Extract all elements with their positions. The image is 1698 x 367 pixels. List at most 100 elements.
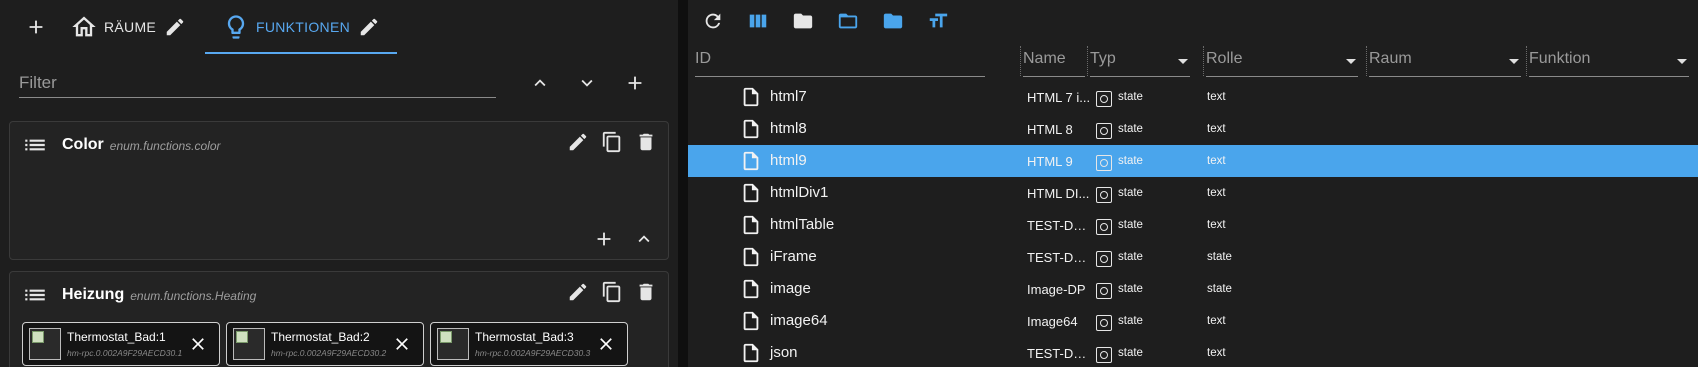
column-header-role[interactable]: Rolle	[1206, 50, 1358, 76]
enum-card-color[interactable]: Color enum.functions.color	[9, 121, 669, 260]
panel-splitter[interactable]	[678, 0, 688, 367]
enum-card-heizung[interactable]: Heizung enum.functions.Heating Thermosta…	[9, 271, 669, 367]
object-row[interactable]: html8 HTML 8 state text	[688, 113, 1698, 145]
object-id: html8	[770, 120, 807, 137]
copy-button[interactable]	[600, 130, 624, 154]
object-row[interactable]: iFrame TEST-DP ... state state	[688, 241, 1698, 273]
add-member-button[interactable]	[592, 227, 616, 251]
column-separator[interactable]	[1087, 46, 1089, 76]
state-type-icon	[1096, 123, 1112, 139]
member-name: Thermostat_Bad:2	[271, 330, 370, 344]
room-filter-label: Raum	[1369, 50, 1412, 67]
object-type: state	[1118, 283, 1143, 295]
member-id: hm-rpc.0.002A9F29AECD30.3	[475, 348, 591, 358]
function-header-underline	[1529, 76, 1689, 77]
file-icon	[740, 118, 762, 140]
column-separator[interactable]	[1526, 46, 1528, 76]
column-separator[interactable]	[1020, 46, 1022, 76]
trash-icon	[639, 133, 653, 151]
object-type: state	[1118, 155, 1143, 167]
list-icon	[22, 132, 48, 158]
remove-member-button[interactable]	[391, 333, 413, 355]
card-enum-id: enum.functions.color	[109, 139, 221, 153]
object-row[interactable]: htmlDiv1 HTML DI... state text	[688, 177, 1698, 209]
edit-button[interactable]	[566, 280, 590, 304]
object-type: state	[1118, 251, 1143, 263]
object-row[interactable]: html9 HTML 9 state text	[688, 145, 1698, 177]
object-row[interactable]: html7 HTML 7 i... state text	[688, 81, 1698, 113]
columns-button[interactable]	[745, 8, 771, 34]
edit-functions-icon[interactable]	[358, 16, 380, 38]
add-button[interactable]	[22, 13, 50, 41]
remove-member-button[interactable]	[595, 333, 617, 355]
text-size-button[interactable]	[925, 8, 951, 34]
member-id: hm-rpc.0.002A9F29AECD30.1	[67, 348, 183, 358]
column-separator[interactable]	[1203, 46, 1205, 76]
folder-icon	[883, 13, 903, 29]
tab-rooms[interactable]: RÄUME	[70, 0, 186, 54]
object-role: state	[1207, 283, 1232, 295]
member-chip[interactable]: Thermostat_Bad:1 hm-rpc.0.002A9F29AECD30…	[22, 322, 220, 366]
state-type-icon	[1096, 315, 1112, 331]
folder-icon	[793, 13, 813, 29]
delete-button[interactable]	[634, 280, 658, 304]
folder-button[interactable]	[790, 8, 816, 34]
object-row[interactable]: json TEST-DP ... state text	[688, 337, 1698, 367]
add-enum-button[interactable]	[622, 70, 648, 96]
object-type: state	[1118, 315, 1143, 327]
tab-functions[interactable]: FUNKTIONEN	[222, 0, 380, 54]
object-name: TEST-DP ...	[1027, 250, 1093, 265]
card-title: Heizung	[62, 286, 125, 303]
object-name: HTML 8	[1027, 122, 1073, 137]
collapse-folders-button[interactable]	[880, 8, 906, 34]
column-header-id[interactable]: ID	[695, 50, 711, 76]
file-icon	[740, 342, 762, 364]
member-chip[interactable]: Thermostat_Bad:3 hm-rpc.0.002A9F29AECD30…	[430, 322, 628, 366]
object-role: text	[1207, 155, 1226, 167]
tab-bar: RÄUME FUNKTIONEN	[0, 0, 678, 54]
column-header-name[interactable]: Name	[1023, 50, 1066, 76]
pencil-icon	[569, 133, 587, 151]
copy-button[interactable]	[600, 280, 624, 304]
object-row[interactable]: image Image-DP state state	[688, 273, 1698, 305]
expand-all-button[interactable]	[574, 70, 600, 96]
type-header-underline	[1090, 76, 1190, 77]
filter-input[interactable]: Filter	[19, 73, 57, 93]
home-icon	[70, 13, 98, 41]
edit-button[interactable]	[566, 130, 590, 154]
folder-open-icon	[838, 13, 858, 29]
object-browser: ID Name Typ Rolle Raum Funktion html7 HTM…	[688, 0, 1698, 367]
object-id: iFrame	[770, 248, 817, 265]
close-icon	[600, 338, 612, 350]
delete-button[interactable]	[634, 130, 658, 154]
object-row[interactable]: image64 Image64 state text	[688, 305, 1698, 337]
column-header-room[interactable]: Raum	[1369, 50, 1521, 76]
object-name: Image64	[1027, 314, 1078, 329]
column-header-type[interactable]: Typ	[1090, 50, 1190, 76]
object-row[interactable]: htmlTable TEST-DP ... state text	[688, 209, 1698, 241]
refresh-button[interactable]	[700, 8, 726, 34]
object-type: state	[1118, 91, 1143, 103]
object-id: html9	[770, 152, 807, 169]
object-id: image	[770, 280, 811, 297]
broken-image-icon	[233, 328, 265, 360]
object-name: HTML 7 i...	[1027, 90, 1091, 105]
object-role: text	[1207, 123, 1226, 135]
file-icon	[740, 86, 762, 108]
column-separator[interactable]	[1366, 46, 1368, 76]
expand-folders-button[interactable]	[835, 8, 861, 34]
name-header-underline	[1023, 76, 1085, 77]
id-header-underline	[695, 76, 985, 77]
tab-rooms-label: RÄUME	[104, 19, 157, 35]
column-header-function[interactable]: Funktion	[1529, 50, 1689, 76]
pencil-icon	[569, 283, 587, 301]
edit-rooms-icon[interactable]	[164, 16, 186, 38]
member-chip[interactable]: Thermostat_Bad:2 hm-rpc.0.002A9F29AECD30…	[226, 322, 424, 366]
file-icon	[740, 278, 762, 300]
remove-member-button[interactable]	[187, 333, 209, 355]
member-name: Thermostat_Bad:1	[67, 330, 166, 344]
collapse-all-button[interactable]	[527, 70, 553, 96]
plus-icon	[628, 76, 642, 90]
file-icon	[740, 246, 762, 268]
collapse-card-button[interactable]	[632, 227, 656, 251]
